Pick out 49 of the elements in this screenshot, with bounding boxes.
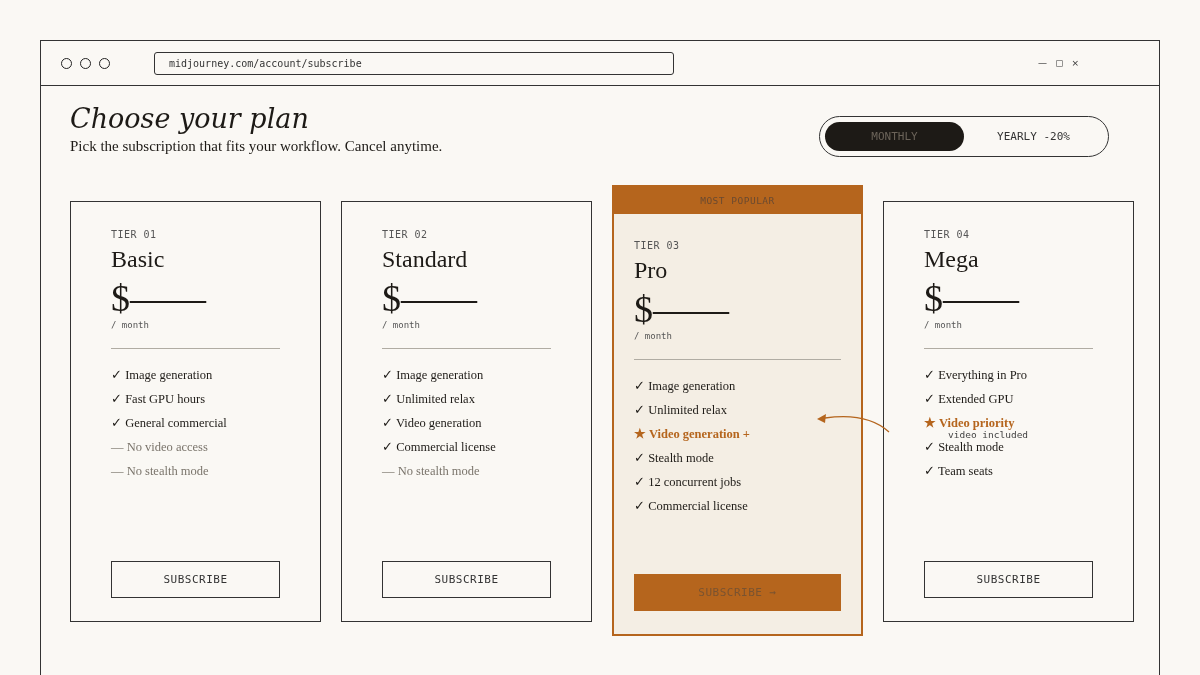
tier-label: TIER 02 — [382, 228, 429, 240]
tier-label: TIER 01 — [111, 228, 158, 240]
plan-price: $—— — [634, 290, 731, 329]
feature-item: ✓ Commercial license — [634, 498, 749, 516]
page-title: Choose your plan — [70, 103, 310, 136]
plan-name: Basic — [111, 244, 166, 274]
subscribe-button[interactable]: SUBSCRIBE — [111, 560, 280, 598]
subscribe-button[interactable]: SUBSCRIBE — [382, 560, 551, 598]
tier-label: TIER 03 — [634, 239, 681, 251]
feature-item: ✓ Image generation — [382, 367, 485, 385]
billing-option[interactable]: YEARLY -20% — [964, 122, 1103, 151]
feature-item: ✓ General commercial — [111, 415, 228, 433]
window-control[interactable]: × — [1071, 58, 1079, 68]
billing-period: / month — [924, 320, 963, 331]
window-control[interactable]: ▢ — [1054, 58, 1064, 68]
feature-item: ★ Video generation + — [634, 426, 751, 444]
feature-item: ✓ Commercial license — [382, 439, 497, 457]
feature-item: ✓ Stealth mode — [634, 450, 715, 468]
feature-item: ✓ Stealth mode — [924, 439, 1005, 457]
billing-period: / month — [634, 331, 673, 342]
feature-item: ✓ Unlimited relax — [634, 402, 728, 420]
feature-item: ✓ Fast GPU hours — [111, 391, 206, 409]
popular-banner: MOST POPULAR — [614, 186, 861, 214]
feature-item: ✓ Video generation — [382, 415, 483, 433]
address-field[interactable]: midjourney.com/account/subscribe — [154, 51, 674, 75]
plan-name: Mega — [924, 244, 980, 274]
feature-item: — No video access — [111, 439, 209, 457]
feature-item: — No stealth mode — [111, 463, 210, 481]
plan-name: Standard — [382, 244, 469, 274]
tier-label: TIER 04 — [924, 228, 971, 240]
feature-item: ★ Video priority — [924, 416, 1015, 431]
feature-item: ✓ Extended GPU — [924, 391, 1015, 409]
window-control[interactable]: — — [1037, 58, 1047, 68]
billing-period: / month — [111, 320, 150, 331]
feature-item: ✓ Team seats — [924, 463, 994, 481]
feature-note: video included — [948, 430, 1029, 440]
page-subtitle: Pick the subscription that fits your workflow. Cancel anytime. — [70, 137, 443, 157]
subscribe-button[interactable]: SUBSCRIBE — [924, 560, 1093, 598]
plan-name: Pro — [634, 255, 669, 285]
plan-price: $—— — [924, 279, 1021, 318]
feature-item: ✓ Unlimited relax — [382, 391, 476, 409]
feature-item: ✓ Everything in Pro — [924, 367, 1028, 385]
plan-price: $—— — [382, 279, 479, 318]
feature-item: — No stealth mode — [382, 463, 481, 481]
feature-item: ✓ Image generation — [634, 378, 737, 396]
feature-item: ✓ 12 concurrent jobs — [634, 474, 743, 492]
feature-item: ✓ Image generation — [111, 367, 214, 385]
plan-price: $—— — [111, 279, 208, 318]
billing-period: / month — [382, 320, 421, 331]
